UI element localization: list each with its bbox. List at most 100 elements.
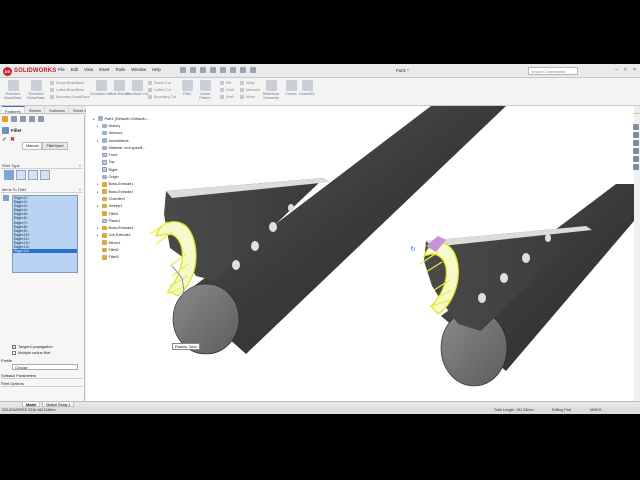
menu-window[interactable]: Window xyxy=(131,67,146,72)
fillet-type-section[interactable]: Fillet Type ˄ xyxy=(1,162,83,169)
hole xyxy=(478,293,486,303)
tab-features[interactable]: Features xyxy=(2,106,25,114)
swept-boss-button[interactable]: Swept Boss/Base xyxy=(50,81,84,85)
rebuild-icon[interactable] xyxy=(240,67,246,73)
design-library-icon[interactable] xyxy=(633,132,639,138)
instant3d-icon xyxy=(301,80,313,91)
cut-icon xyxy=(95,80,107,91)
tree-item-fillet2[interactable]: Fillet2 xyxy=(93,246,173,253)
lofted-cut-button[interactable]: Lofted Cut xyxy=(148,88,171,92)
tree-item-fillet3[interactable]: Fillet3 xyxy=(93,254,173,261)
tree-item-boss-extrude2[interactable]: ▸ Boss-Extrude2 xyxy=(93,188,173,195)
wrap-button[interactable]: Wrap xyxy=(240,81,255,85)
tree-item-annotations[interactable]: ▸ Annotations xyxy=(93,137,173,144)
configuration-manager-icon[interactable] xyxy=(20,116,26,122)
profile-label: Profile xyxy=(1,358,13,363)
tree-item-fillet1[interactable]: Fillet1 xyxy=(93,210,173,217)
tree-item-sweep1[interactable]: ▸ Sweep1 xyxy=(93,203,173,210)
profile-select[interactable]: Circular xyxy=(12,364,78,370)
lofted-boss-button[interactable]: Lofted Boss/Base xyxy=(50,88,84,92)
menu-view[interactable]: View xyxy=(84,67,93,72)
tab-sketch[interactable]: Sketch xyxy=(26,106,46,113)
tab-manual[interactable]: Manual xyxy=(22,142,43,150)
tree-item-boss-extrude1[interactable]: ▸ Boss-Extrude1 xyxy=(93,181,173,188)
tree-item-history[interactable]: ▸ History xyxy=(93,122,173,129)
edges-selection-list[interactable]: Edge<1> Edge<2> Edge<3> Edge<4> Edge<5> … xyxy=(12,195,78,273)
tab-filletxpert[interactable]: FilletXpert xyxy=(42,142,68,150)
resources-icon[interactable] xyxy=(633,124,639,130)
tree-item-chamfer1[interactable]: Chamfer1 xyxy=(93,195,173,202)
face-fillet-icon[interactable] xyxy=(28,170,38,180)
tree-item-plane1[interactable]: Plane1 xyxy=(93,217,173,224)
menu-help[interactable]: Help xyxy=(152,67,161,72)
draft-button[interactable]: Draft xyxy=(220,88,234,92)
menu-insert[interactable]: Insert xyxy=(99,67,109,72)
cancel-icon[interactable]: ✖ xyxy=(10,136,15,143)
revolved-boss-button[interactable]: Revolved Boss/Base xyxy=(25,80,47,100)
mirror-button[interactable]: Mirror xyxy=(240,95,255,99)
tree-item-origin[interactable]: Origin xyxy=(93,173,173,180)
full-round-icon[interactable] xyxy=(40,170,50,180)
close-icon[interactable]: × xyxy=(633,67,636,73)
undo-icon[interactable] xyxy=(220,67,226,73)
tree-root[interactable]: ▸ Part1 (Default<<Default>... xyxy=(93,115,173,122)
tree-item-top[interactable]: Top xyxy=(93,159,173,166)
tree-item-right[interactable]: Right xyxy=(93,166,173,173)
extruded-boss-button[interactable]: Extruded Boss/Base xyxy=(2,80,24,100)
file-explorer-icon[interactable] xyxy=(633,140,639,146)
fillet-icon xyxy=(102,255,107,260)
shell-button[interactable]: Shell xyxy=(220,95,234,99)
appearances-icon[interactable] xyxy=(633,156,639,162)
menu-edit[interactable]: Edit xyxy=(71,67,78,72)
swept-cut-button[interactable]: Swept Cut xyxy=(148,81,171,85)
property-manager-icon[interactable] xyxy=(11,116,17,122)
new-icon[interactable] xyxy=(180,67,186,73)
menu-tools[interactable]: Tools xyxy=(115,67,125,72)
menu-file[interactable]: File xyxy=(58,67,65,72)
select-icon[interactable] xyxy=(230,67,236,73)
display-manager-icon[interactable] xyxy=(38,116,44,122)
fillet-icon xyxy=(181,80,193,91)
app-logo[interactable]: DS SOLIDWORKS xyxy=(3,66,56,76)
print-icon[interactable] xyxy=(210,67,216,73)
checkbox-label: Tangent propagation xyxy=(18,345,53,349)
view-palette-icon[interactable] xyxy=(633,148,639,154)
fillet-options-section[interactable]: Fillet Options xyxy=(1,381,83,387)
dimxpert-manager-icon[interactable] xyxy=(29,116,35,122)
tree-item-front[interactable]: Front xyxy=(93,151,173,158)
radius-callout[interactable]: Radius: 2mm xyxy=(172,343,201,350)
intersect-button[interactable]: Intersect xyxy=(240,88,260,92)
tree-item-sensors[interactable]: Sensors xyxy=(93,130,173,137)
save-icon[interactable] xyxy=(200,67,206,73)
tree-item-material[interactable]: Material <not specifi... xyxy=(93,144,173,151)
tangent-propagation-checkbox[interactable]: Tangent propagation xyxy=(12,344,53,349)
right-tube[interactable] xyxy=(419,184,634,387)
minimize-icon[interactable]: – xyxy=(615,67,618,73)
ok-icon[interactable]: ✔ xyxy=(2,136,7,143)
list-item-selected[interactable]: Edge<14> xyxy=(13,249,77,254)
items-to-fillet-section[interactable]: Items To Fillet ˄ xyxy=(1,186,83,193)
multiple-radius-checkbox[interactable]: Multiple radius fillet xyxy=(12,351,50,355)
boundary-boss-button[interactable]: Boundary Boss/Base xyxy=(50,95,90,99)
boundary-cut-button[interactable]: Boundary Cut xyxy=(148,95,176,99)
feature-manager-icon[interactable] xyxy=(2,116,8,122)
status-version: SOLIDWORKS 2016 x64 Edition xyxy=(2,408,56,412)
status-units[interactable]: MMGS xyxy=(590,408,601,412)
tree-item-cut-extrude1[interactable]: ▸ Cut-Extrude1 xyxy=(93,232,173,239)
revolved-cut-button[interactable]: Revolved Cut xyxy=(126,80,148,96)
open-icon[interactable] xyxy=(190,67,196,73)
fillet-icon xyxy=(102,247,107,253)
tab-surfaces[interactable]: Surfaces xyxy=(46,106,69,113)
tree-item-mirror1[interactable]: Mirror1 xyxy=(93,239,173,246)
search-commands-input[interactable]: Search Commands xyxy=(528,67,578,75)
maximize-icon[interactable]: □ xyxy=(624,67,627,73)
options-icon[interactable] xyxy=(250,67,256,73)
setback-parameters-section[interactable]: Setback Parameters xyxy=(1,373,83,379)
rib-button[interactable]: Rib xyxy=(220,81,231,85)
custom-properties-icon[interactable] xyxy=(633,164,639,170)
constant-radius-icon[interactable] xyxy=(4,170,14,180)
variable-radius-icon[interactable] xyxy=(16,170,26,180)
instant3d-button[interactable]: Instant3D xyxy=(296,80,318,96)
tree-item-boss-extrude3[interactable]: ▸ Boss-Extrude3 xyxy=(93,224,173,231)
linear-pattern-button[interactable]: Linear Pattern xyxy=(194,80,216,100)
